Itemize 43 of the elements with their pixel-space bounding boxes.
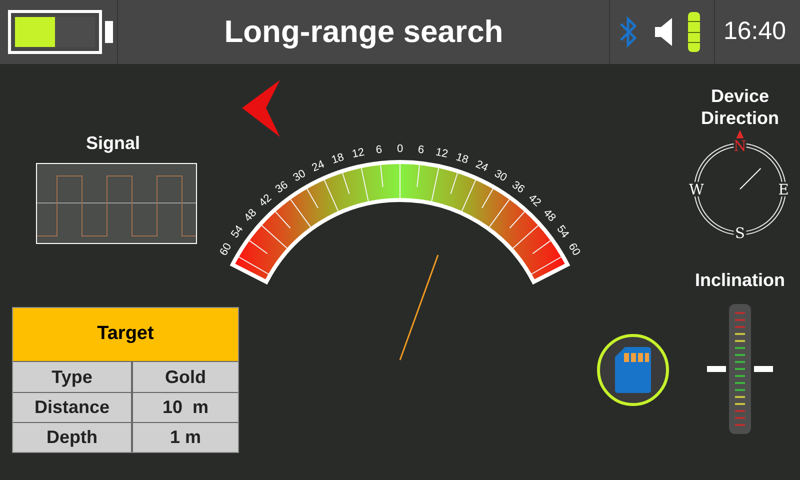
compass-letter: S (735, 226, 745, 241)
scale-label: 54 (554, 223, 572, 240)
table-cell-text: 10 m (161, 396, 210, 419)
scale-label: 18 (454, 151, 470, 166)
scale-label: 30 (291, 168, 308, 184)
table-cell: Distance (13, 393, 133, 422)
compass-letter: W (689, 182, 704, 198)
scale-label: 48 (540, 206, 558, 224)
scale-label: 12 (434, 146, 450, 161)
compass-needle (740, 168, 762, 190)
compass-letter: E (778, 182, 789, 198)
battery-terminal (105, 21, 113, 43)
scale-label: 48 (242, 206, 260, 224)
sd-card-icon (615, 347, 651, 393)
speaker-icon[interactable] (654, 17, 674, 47)
table-cell-text: Gold (164, 366, 207, 388)
scale-label: 30 (492, 168, 509, 184)
signal-label: Signal (86, 132, 142, 155)
scale-label: 54 (228, 223, 246, 240)
scale-label: 42 (526, 192, 544, 210)
scale-label: 24 (474, 158, 490, 174)
level-bar-icon (688, 12, 700, 52)
clock: 16:40 (723, 16, 786, 48)
table-cell: Depth (13, 423, 133, 452)
scale-label: 18 (330, 151, 346, 166)
compass-title: Device Direction (700, 85, 780, 129)
table-title: Target (97, 322, 154, 346)
table-cell: Type (13, 362, 133, 392)
screen-title: Long-range search (224, 12, 504, 51)
scale-label: 60 (566, 241, 582, 258)
scale-label: 12 (350, 146, 366, 161)
scale-label: 0 (396, 143, 404, 155)
scale-label: 60 (218, 241, 234, 258)
scale-label: 42 (256, 192, 274, 210)
compass-letter: N (734, 138, 746, 155)
table-cell-text: 1 m (168, 426, 202, 449)
direction-arrow-icon (242, 80, 280, 137)
scale-label: 36 (510, 178, 527, 196)
scale-label: 6 (417, 144, 425, 156)
scale-label: 6 (375, 144, 383, 156)
scale-label: 24 (310, 158, 326, 174)
inclination-label: Inclination (695, 269, 785, 292)
scale-label: 36 (273, 178, 290, 196)
